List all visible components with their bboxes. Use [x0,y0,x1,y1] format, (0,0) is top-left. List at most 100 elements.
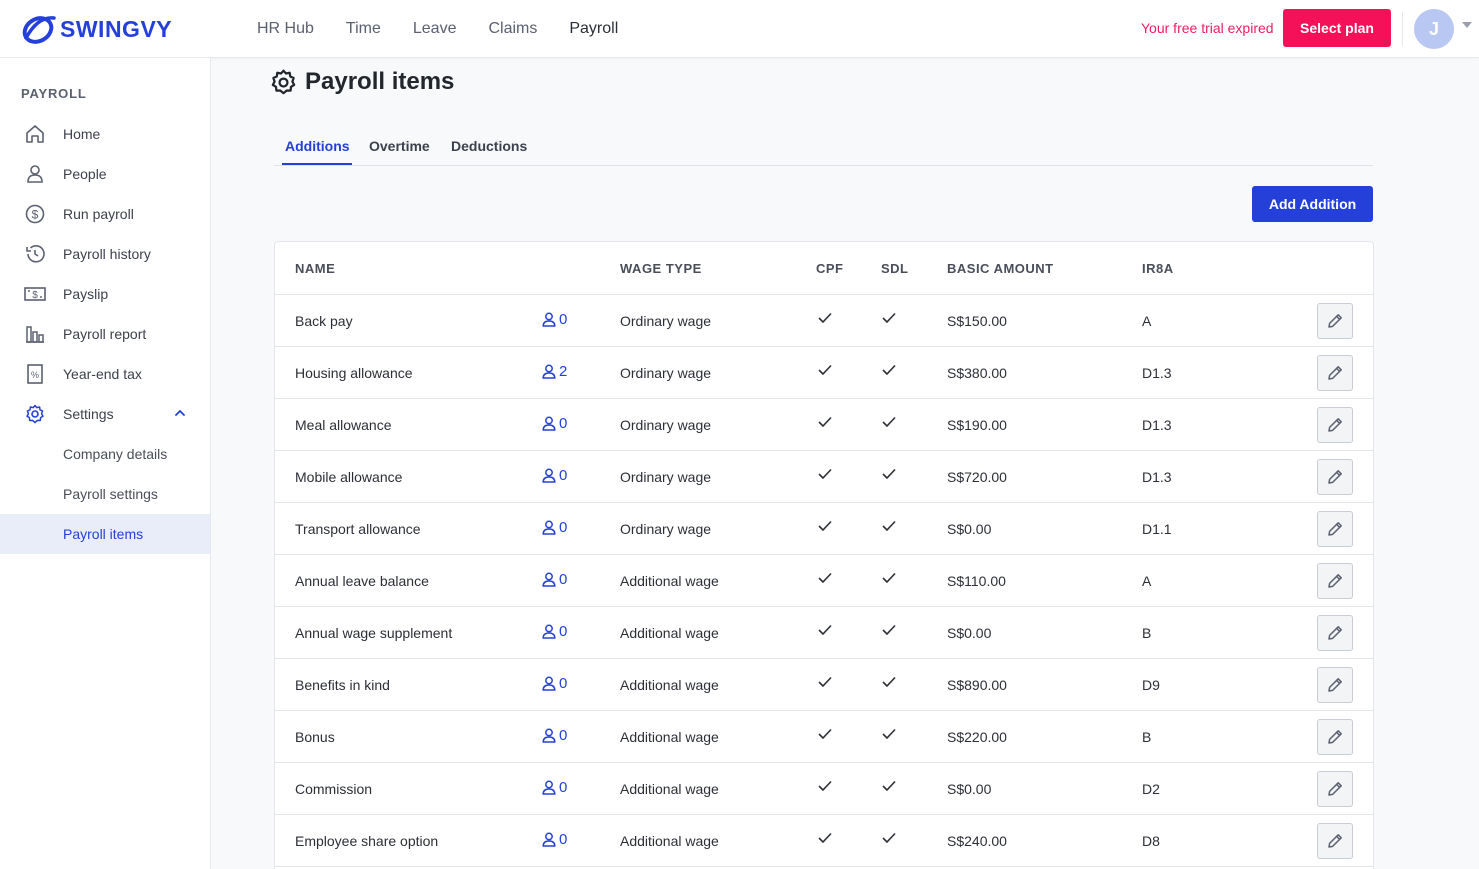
ir8a-code: D1.3 [1142,469,1172,485]
basic-amount: S$0.00 [947,521,992,537]
topnav-item-claims[interactable]: Claims [488,20,537,38]
tab-overtime[interactable]: Overtime [369,138,430,154]
topnav-item-time[interactable]: Time [346,20,381,38]
sidebar-item-year-end-tax[interactable]: % Year-end tax [0,354,210,394]
assigned-count: 0 [559,831,568,848]
ir8a-code: B [1142,625,1152,641]
sidebar-item-people[interactable]: People [0,154,210,194]
pencil-icon [1328,678,1342,692]
sidebar-item-label: Payslip [63,286,109,302]
person-icon [542,832,556,847]
table-row: Commission 0 Additional wage S$0.00 D2 [275,763,1373,815]
chevron-down-icon[interactable] [1462,22,1472,28]
ir8a-code: D1.1 [1142,521,1172,537]
check-icon [818,416,832,428]
basic-amount: S$110.00 [947,573,1006,589]
tab-deductions[interactable]: Deductions [451,138,527,154]
edit-button[interactable] [1317,459,1353,495]
assigned-employees-link[interactable]: 0 [542,519,567,536]
edit-button[interactable] [1317,667,1353,703]
avatar[interactable]: J [1414,9,1454,49]
table-row: Bonus 0 Additional wage S$220.00 B [275,711,1373,763]
edit-button[interactable] [1317,511,1353,547]
edit-button[interactable] [1317,771,1353,807]
tax-icon: % [27,364,43,384]
wage-type: Ordinary wage [620,313,712,329]
payslip-icon: $ [24,287,46,301]
edit-button[interactable] [1317,355,1353,391]
column-header-cpf: CPF [816,261,844,276]
tab-bar: Additions Overtime Deductions [274,126,1373,166]
pencil-icon [1328,574,1342,588]
add-addition-button[interactable]: Add Addition [1252,186,1373,222]
topnav-item-payroll[interactable]: Payroll [569,20,618,38]
pencil-icon [1328,730,1342,744]
chevron-up-icon[interactable] [174,407,186,419]
item-name: Benefits in kind [295,677,390,693]
sidebar-item-run-payroll[interactable]: $ Run payroll [0,194,210,234]
person-icon [27,165,43,183]
check-icon [882,364,896,376]
sidebar-item-payroll-report[interactable]: Payroll report [0,314,210,354]
assigned-employees-link[interactable]: 0 [542,415,567,432]
sidebar-item-home[interactable]: Home [0,114,210,154]
nav-divider [1402,12,1403,46]
edit-button[interactable] [1317,615,1353,651]
ir8a-code: D8 [1142,833,1160,849]
assigned-employees-link[interactable]: 0 [542,311,567,328]
home-icon [26,125,44,143]
assigned-employees-link[interactable]: 0 [542,727,567,744]
sidebar-item-label: Payroll settings [63,486,158,502]
table-row: Back pay 0 Ordinary wage S$150.00 A [275,295,1373,347]
pencil-icon [1328,782,1342,796]
edit-button[interactable] [1317,719,1353,755]
wage-type: Ordinary wage [620,365,712,381]
sidebar-heading: PAYROLL [21,86,87,101]
column-header-ir8a: IR8A [1142,261,1174,276]
select-plan-button[interactable]: Select plan [1283,9,1391,47]
gear-icon [271,69,296,94]
sidebar-item-payroll-settings[interactable]: Payroll settings [0,474,210,514]
column-header-basic-amount: BASIC AMOUNT [947,261,1054,276]
assigned-employees-link[interactable]: 0 [542,623,567,640]
wage-type: Ordinary wage [620,521,712,537]
item-name: Mobile allowance [295,469,403,485]
assigned-count: 2 [559,363,568,380]
topnav-item-hr-hub[interactable]: HR Hub [257,20,314,38]
ir8a-code: D2 [1142,781,1160,797]
person-icon [542,676,556,691]
swingvy-logo[interactable]: SWINGVY [20,12,172,46]
edit-button[interactable] [1317,303,1353,339]
edit-button[interactable] [1317,823,1353,859]
basic-amount: S$0.00 [947,625,992,641]
assigned-employees-link[interactable]: 2 [542,363,567,380]
sidebar-item-label: Company details [63,446,168,462]
sidebar-item-payroll-items[interactable]: Payroll items [0,514,210,554]
person-icon [542,780,556,795]
swingvy-logo-icon [22,16,56,44]
check-icon [882,676,896,688]
ir8a-code: A [1142,313,1152,329]
tab-additions[interactable]: Additions [285,138,350,154]
sidebar-item-company-details[interactable]: Company details [0,434,210,474]
topnav-item-leave[interactable]: Leave [413,20,457,38]
wage-type: Additional wage [620,729,719,745]
check-icon [818,624,832,636]
edit-button[interactable] [1317,407,1353,443]
edit-button[interactable] [1317,563,1353,599]
sidebar-item-label: People [63,166,107,182]
sidebar-item-settings[interactable]: Settings [0,394,210,434]
assigned-employees-link[interactable]: 0 [542,779,567,796]
table-row: Annual leave balance 0 Additional wage S… [275,555,1373,607]
pencil-icon [1328,366,1342,380]
assigned-employees-link[interactable]: 0 [542,467,567,484]
table-row: Mobile allowance 0 Ordinary wage S$720.0… [275,451,1373,503]
item-name: Annual wage supplement [295,625,453,641]
assigned-employees-link[interactable]: 0 [542,675,567,692]
sidebar-item-payroll-history[interactable]: Payroll history [0,234,210,274]
sidebar-item-payslip[interactable]: $ Payslip [0,274,210,314]
payroll-items-table: NAME WAGE TYPE CPF SDL BASIC AMOUNT IR8A… [274,241,1374,869]
assigned-employees-link[interactable]: 0 [542,571,567,588]
assigned-employees-link[interactable]: 0 [542,831,567,848]
check-icon [818,312,832,324]
